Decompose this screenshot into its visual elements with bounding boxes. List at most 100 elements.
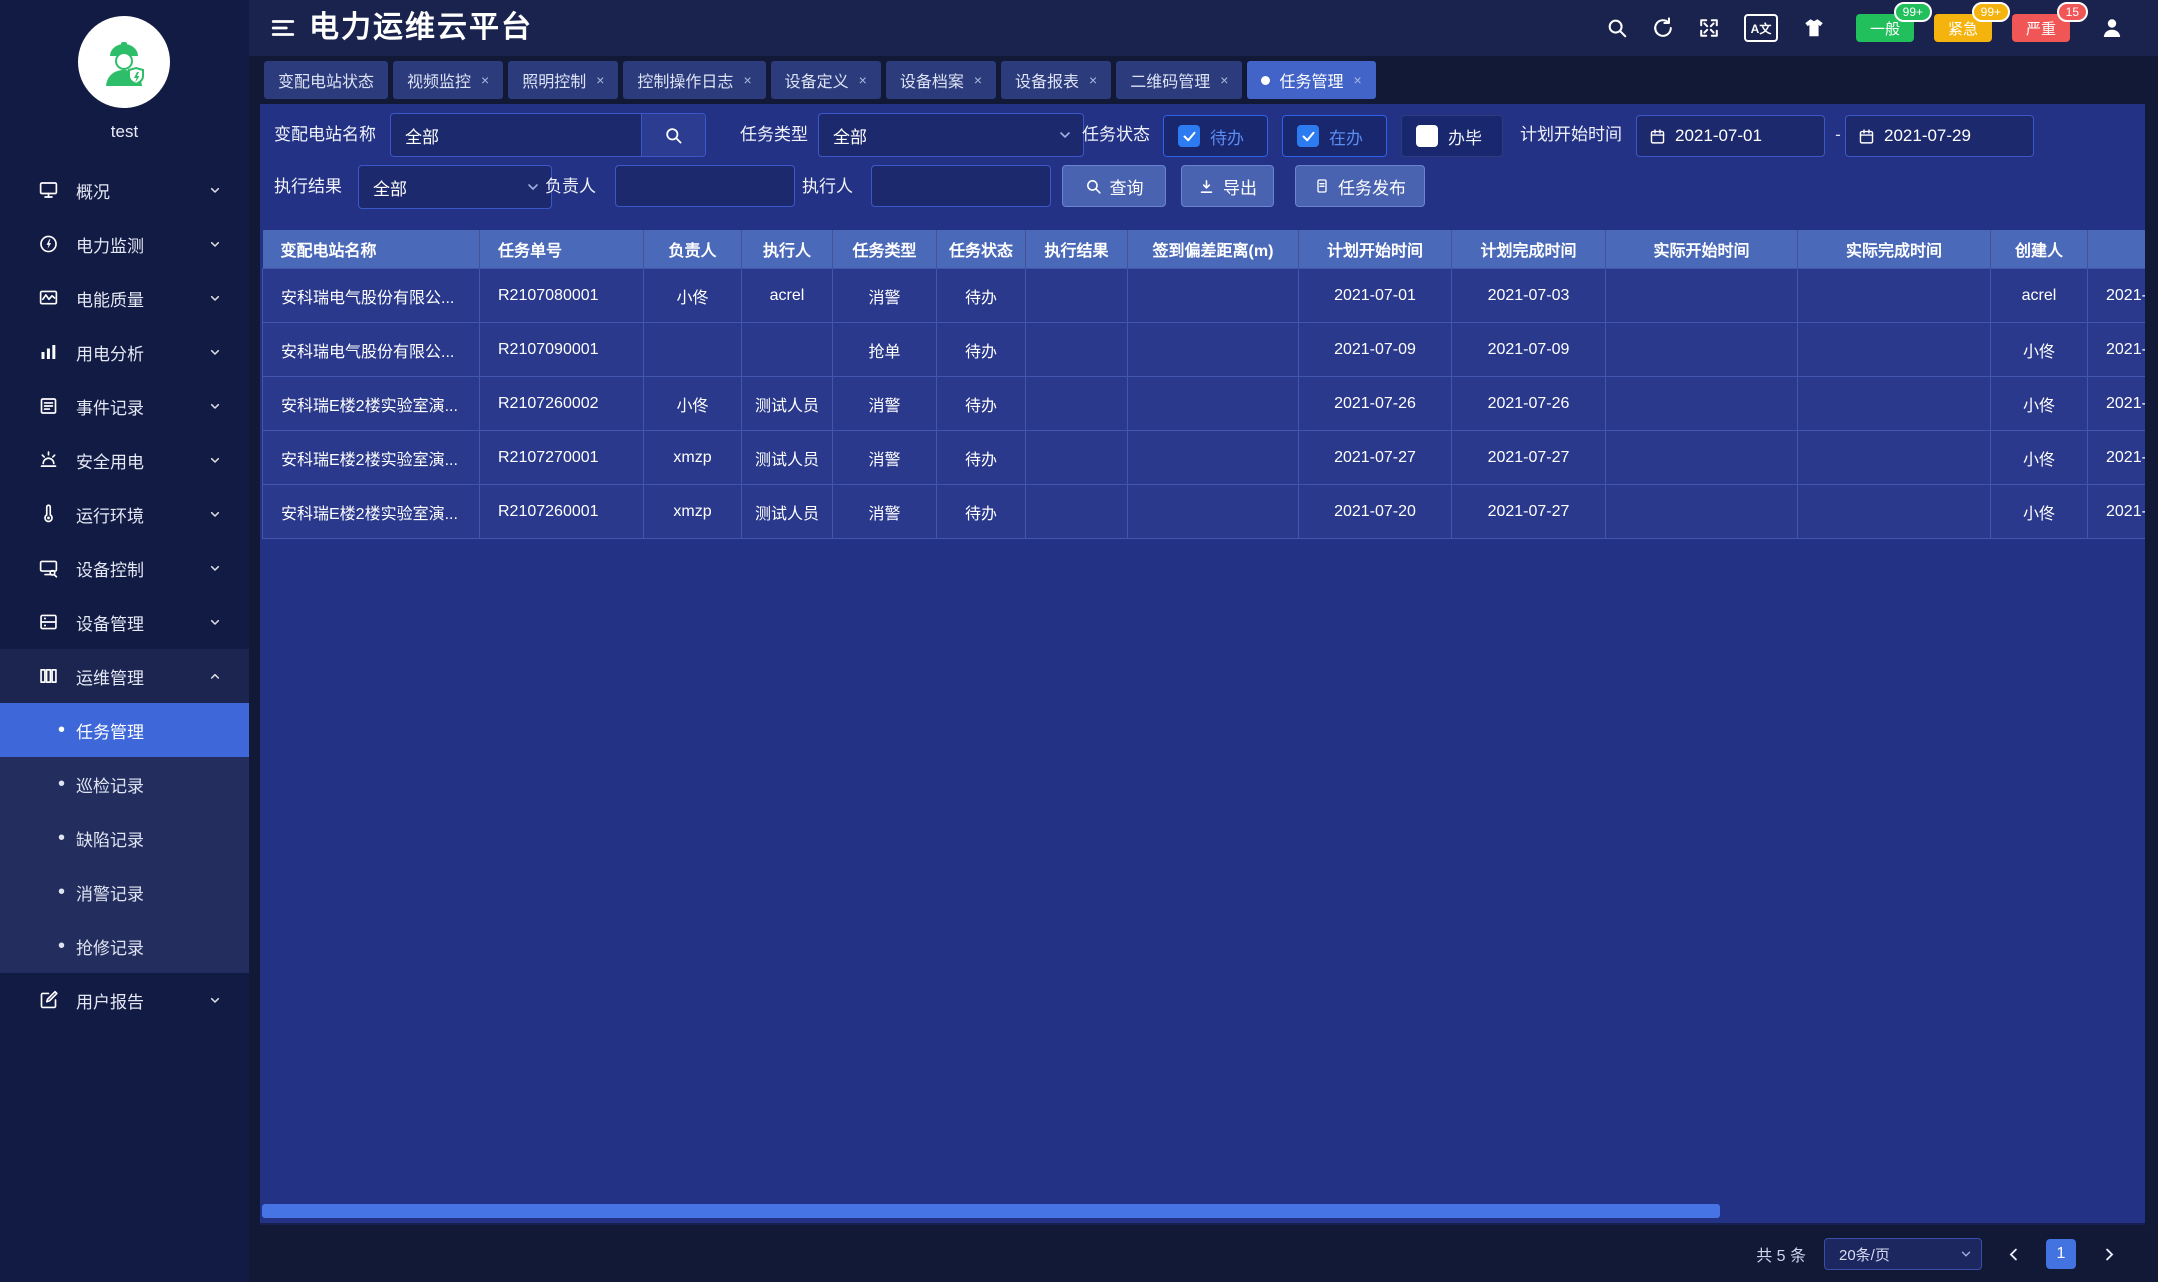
table-cell [1797, 322, 1991, 377]
status-checkbox-doing[interactable]: 在办 [1282, 115, 1387, 157]
exec-result-select[interactable]: 全部 [358, 165, 552, 209]
translate-icon[interactable]: A文 [1744, 14, 1778, 42]
tab-qrcode-management[interactable]: 二维码管理 × [1116, 61, 1243, 99]
close-icon[interactable]: × [859, 72, 867, 88]
alarm-count-badge: 99+ [1893, 2, 1932, 22]
tab-video-monitor[interactable]: 视频监控 × [393, 61, 504, 99]
status-checkbox-todo[interactable]: 待办 [1163, 115, 1268, 157]
tab-control-log[interactable]: 控制操作日志 × [623, 61, 766, 99]
close-icon[interactable]: × [1220, 72, 1228, 88]
sidebar-item-overview[interactable]: 概况 [0, 163, 249, 217]
sidebar-item-device-control[interactable]: 设备控制 [0, 541, 249, 595]
document-icon [1314, 178, 1330, 194]
table-cell [1127, 430, 1299, 485]
refresh-icon[interactable] [1652, 17, 1674, 39]
task-type-select[interactable]: 全部 [818, 113, 1084, 157]
table-cell [1025, 430, 1128, 485]
table-cell [643, 322, 742, 377]
date-from-input[interactable]: 2021-07-01 [1636, 115, 1825, 157]
tab-task-management[interactable]: 任务管理 × [1247, 61, 1376, 99]
sidebar-subitem-label: 缺陷记录 [76, 830, 144, 850]
table-cell: 小佟 [1990, 484, 2088, 539]
query-button[interactable]: 查询 [1062, 165, 1166, 207]
sidebar-item-label: 运维管理 [76, 668, 144, 688]
sidebar-item-power-monitoring[interactable]: 电力监测 [0, 217, 249, 271]
table-row[interactable]: 安科瑞E楼2楼实验室演... R2107260002 小佟 测试人员 消警 待办 2021-… [262, 376, 2145, 431]
executor-input[interactable] [871, 165, 1051, 207]
chevron-left-icon [2006, 1246, 2023, 1263]
page-size-select[interactable]: 20条/页 [1824, 1238, 1982, 1270]
sidebar-item-power-quality[interactable]: 电能质量 [0, 271, 249, 325]
chevron-down-icon [1057, 127, 1073, 143]
sidebar-item-safe-electricity[interactable]: 安全用电 [0, 433, 249, 487]
sidebar-item-label: 运行环境 [76, 506, 144, 526]
sidebar-item-device-management[interactable]: 设备管理 [0, 595, 249, 649]
task-table-wrap: 变配电站名称 任务单号 负责人 执行人 任务类型 任务状态 执行结果 签到偏差距离(m) 计划开… [262, 230, 2145, 539]
user-icon[interactable] [2100, 16, 2124, 40]
sidebar-item-label: 事件记录 [76, 398, 144, 418]
sidebar-subitem-inspection-records[interactable]: • 巡检记录 [0, 757, 249, 811]
close-icon[interactable]: × [743, 72, 751, 88]
table-cell: 小佟 [643, 376, 742, 431]
station-name-input[interactable] [391, 114, 641, 156]
sidebar-item-label: 设备管理 [76, 614, 144, 634]
status-checkbox-done[interactable]: 办毕 [1401, 115, 1503, 157]
sidebar-item-event-records[interactable]: 事件记录 [0, 379, 249, 433]
table-row[interactable]: 安科瑞E楼2楼实验室演... R2107260001 xmzp 测试人员 消警 待办 202… [262, 484, 2145, 539]
table-cell: R2107260001 [479, 484, 644, 539]
theme-icon[interactable] [1802, 17, 1826, 39]
table-row[interactable]: 安科瑞电气股份有限公... R2107080001 小佟 acrel 消警 待办 2021-… [262, 268, 2145, 323]
fullscreen-icon[interactable] [1698, 17, 1720, 39]
alarm-button-general[interactable]: 一般 99+ [1856, 2, 1932, 42]
close-icon[interactable]: × [1089, 72, 1097, 88]
export-button[interactable]: 导出 [1181, 165, 1274, 207]
horizontal-scrollbar[interactable] [262, 1204, 1720, 1218]
chevron-down-icon [207, 236, 223, 252]
chevron-down-icon [1959, 1247, 1973, 1261]
alarm-button-urgent[interactable]: 紧急 99+ [1934, 2, 2010, 42]
date-to-input[interactable]: 2021-07-29 [1845, 115, 2034, 157]
prev-page-button[interactable] [2000, 1239, 2028, 1269]
tab-station-status[interactable]: 变配电站状态 [264, 61, 389, 99]
sidebar-subitem-task-management[interactable]: • 任务管理 [0, 703, 249, 757]
tab-device-report[interactable]: 设备报表 × [1001, 61, 1112, 99]
chevron-down-icon [207, 506, 223, 522]
menu-toggle-icon[interactable] [270, 15, 296, 41]
tab-device-archive[interactable]: 设备档案 × [885, 61, 997, 99]
tab-lighting-control[interactable]: 照明控制 × [508, 61, 619, 99]
quality-icon [38, 288, 59, 309]
topbar-icons: A文 一般 99+ 紧急 99+ 严重 15 [1606, 0, 2124, 56]
sidebar-subitem-defect-records[interactable]: • 缺陷记录 [0, 811, 249, 865]
owner-input[interactable] [615, 165, 795, 207]
close-icon[interactable]: × [1353, 72, 1361, 88]
publish-task-button[interactable]: 任务发布 [1295, 165, 1425, 207]
sidebar: test 概况 电力监测 电能质量 用电分析 事件记录 安全用电 运行环境 设备控制 设备管理运… [0, 0, 249, 1282]
page-number-button[interactable]: 1 [2046, 1239, 2076, 1269]
next-page-button[interactable] [2094, 1239, 2122, 1269]
station-search-button[interactable] [641, 114, 705, 156]
chevron-down-icon [207, 560, 223, 576]
table-row[interactable]: 安科瑞电气股份有限公... R2107090001 抢单 待办 2021-07-09 20… [262, 322, 2145, 377]
search-icon[interactable] [1606, 17, 1628, 39]
avatar[interactable] [78, 16, 170, 108]
sidebar-item-usage-analysis[interactable]: 用电分析 [0, 325, 249, 379]
tab-label: 控制操作日志 [637, 74, 734, 91]
close-icon[interactable]: × [974, 72, 982, 88]
close-icon[interactable]: × [481, 72, 489, 88]
table-cell: 2021-07-26 [1451, 376, 1606, 431]
tab-label: 设备定义 [784, 74, 849, 91]
sidebar-subitem-repair-records[interactable]: • 抢修记录 [0, 919, 249, 973]
sidebar-item-user-report[interactable]: 用户报告 [0, 973, 249, 1027]
device-icon [38, 612, 59, 633]
tab-label: 视频监控 [407, 74, 472, 91]
close-icon[interactable]: × [596, 72, 604, 88]
tab-device-definition[interactable]: 设备定义 × [770, 61, 881, 99]
table-cell: 2021-07-09 [1298, 322, 1452, 377]
executor-label: 执行人 [802, 177, 853, 196]
sidebar-item-ops-management[interactable]: 运维管理 [0, 649, 249, 703]
sidebar-item-running-environment[interactable]: 运行环境 [0, 487, 249, 541]
checkbox-check-icon [1416, 125, 1438, 147]
sidebar-subitem-alarm-clear-records[interactable]: • 消警记录 [0, 865, 249, 919]
table-row[interactable]: 安科瑞E楼2楼实验室演... R2107270001 xmzp 测试人员 消警 待办 202… [262, 430, 2145, 485]
alarm-button-critical[interactable]: 严重 15 [2012, 2, 2088, 42]
